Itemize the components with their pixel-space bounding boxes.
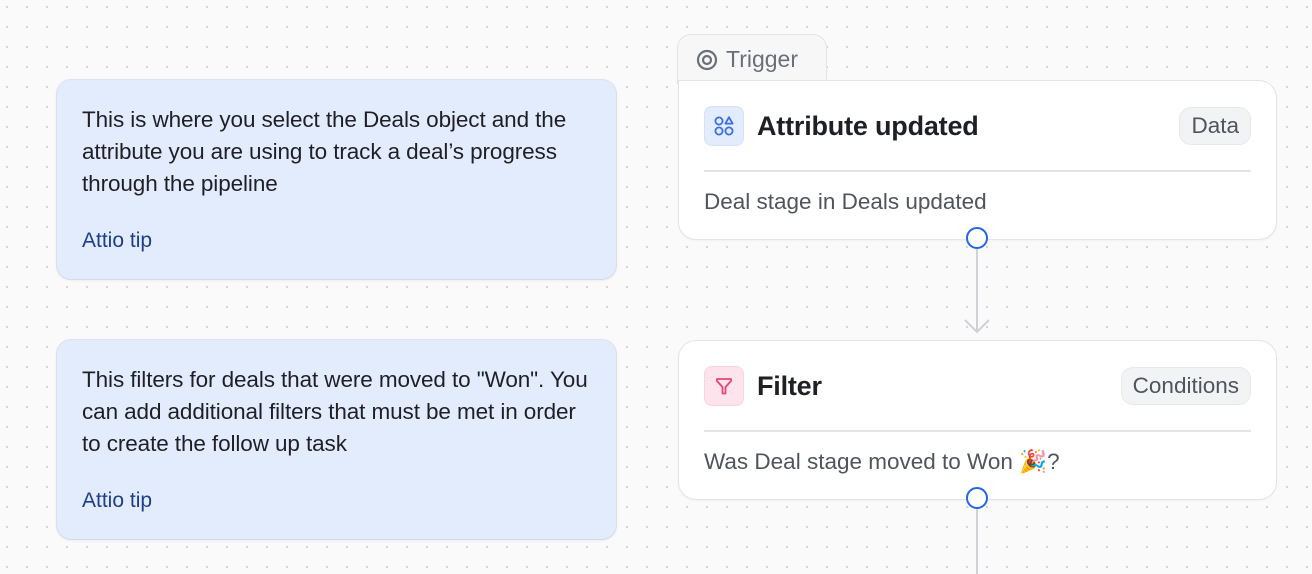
funnel-icon bbox=[704, 366, 744, 406]
output-handle[interactable] bbox=[966, 227, 988, 249]
node-title: Attribute updated bbox=[757, 110, 979, 141]
node-description: Was Deal stage moved to Won 🎉? bbox=[704, 449, 1060, 474]
attio-tip-card: This filters for deals that were moved t… bbox=[57, 340, 616, 539]
workflow-node-attribute-updated[interactable]: Attribute updated Data Deal stage in Dea… bbox=[678, 80, 1277, 240]
tip-label: Attio tip bbox=[82, 229, 153, 252]
trigger-label: Trigger bbox=[726, 46, 798, 72]
tip-text: This filters for deals that were moved t… bbox=[82, 367, 588, 456]
output-handle[interactable] bbox=[966, 487, 988, 509]
workflow-node-filter[interactable]: Filter Conditions Was Deal stage moved t… bbox=[678, 340, 1277, 500]
connector-edge bbox=[976, 509, 978, 574]
shapes-icon bbox=[704, 106, 744, 146]
node-title: Filter bbox=[757, 370, 822, 401]
divider bbox=[704, 170, 1251, 172]
attio-tip-card: This is where you select the Deals objec… bbox=[57, 80, 616, 279]
node-header: Filter Conditions bbox=[704, 366, 1251, 406]
divider bbox=[704, 430, 1251, 432]
tip-text: This is where you select the Deals objec… bbox=[82, 107, 567, 196]
tip-label: Attio tip bbox=[82, 489, 153, 512]
trigger-tab: Trigger bbox=[677, 34, 827, 84]
node-type-badge: Conditions bbox=[1120, 367, 1251, 405]
node-type-badge: Data bbox=[1179, 107, 1251, 145]
arrow-down-icon bbox=[964, 319, 990, 334]
node-description: Deal stage in Deals updated bbox=[704, 189, 987, 214]
node-header: Attribute updated Data bbox=[704, 106, 1251, 146]
target-icon bbox=[696, 49, 718, 71]
